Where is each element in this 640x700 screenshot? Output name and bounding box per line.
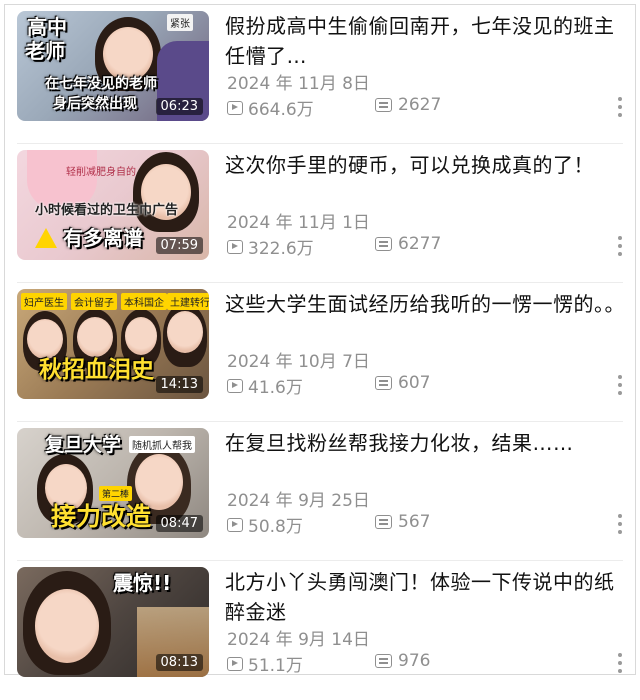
comment-count: 2627 <box>375 95 441 115</box>
thumbnail-face <box>167 311 203 353</box>
thumbnail-tag: 本科国企 <box>121 293 167 310</box>
comment-icon <box>375 376 392 390</box>
thumbnail-face <box>77 317 113 357</box>
thumbnail-figure <box>27 150 97 210</box>
view-count-value: 664.6万 <box>248 100 314 120</box>
comment-count-value: 976 <box>398 651 431 671</box>
video-title[interactable]: 在复旦找粉丝帮我接力化妆，结果…… <box>225 428 625 458</box>
view-count: 50.8万 <box>227 512 303 537</box>
view-count-value: 322.6万 <box>248 239 314 259</box>
thumbnail-caption: 高中 <box>27 15 67 39</box>
video-stats: 41.6万 607 <box>227 373 627 398</box>
view-count-value: 50.8万 <box>248 517 303 537</box>
view-count: 51.1万 <box>227 651 303 676</box>
comment-count-value: 607 <box>398 373 431 393</box>
play-count-icon <box>227 517 243 532</box>
play-count-icon <box>227 656 243 671</box>
video-item[interactable]: 高中 老师 紧张 在七年没见的老师 身后突然出现 06:23 假扮成高中生偷偷回… <box>5 5 635 144</box>
more-options-icon[interactable] <box>617 236 623 256</box>
view-count-value: 41.6万 <box>248 378 303 398</box>
thumbnail-face <box>125 317 157 355</box>
more-options-icon[interactable] <box>617 375 623 395</box>
thumbnail-caption: 小时候看过的卫生巾广告 <box>35 203 179 218</box>
more-options-icon[interactable] <box>617 97 623 117</box>
warning-icon <box>35 228 57 248</box>
video-thumbnail[interactable]: 复旦大学 随机抓人帮我 第二棒 接力改造 08:47 <box>17 428 209 538</box>
video-thumbnail[interactable]: 高中 老师 紧张 在七年没见的老师 身后突然出现 06:23 <box>17 11 209 121</box>
video-duration: 14:13 <box>155 376 203 393</box>
comment-count-value: 567 <box>398 512 431 532</box>
thumbnail-caption: 在七年没见的老师 <box>45 76 157 92</box>
video-date: 2024 年 11月 1日 <box>227 213 370 233</box>
video-stats: 322.6万 6277 <box>227 234 627 259</box>
comment-icon <box>375 98 392 112</box>
video-duration: 06:23 <box>155 98 203 115</box>
video-date: 2024 年 10月 7日 <box>227 352 370 372</box>
video-thumbnail[interactable]: 震惊!! 08:13 <box>17 567 209 677</box>
comment-count: 567 <box>375 512 430 532</box>
play-count-icon <box>227 100 243 115</box>
comment-count-value: 2627 <box>398 95 442 115</box>
thumbnail-tag: 会计留子 <box>71 293 117 310</box>
comment-count: 976 <box>375 651 430 671</box>
video-item[interactable]: 轻削减肥身自的 小时候看过的卫生巾广告 有多离谱 07:59 这次你手里的硬币，… <box>5 143 635 283</box>
video-date: 2024 年 11月 8日 <box>227 74 370 94</box>
comment-count-value: 6277 <box>398 234 442 254</box>
video-duration: 08:13 <box>155 654 203 671</box>
video-thumbnail[interactable]: 妇产医生 会计留子 本科国企 土建转行 秋招血泪史 14:13 <box>17 289 209 399</box>
thumbnail-caption: 接力改造 <box>51 502 152 531</box>
comment-icon <box>375 237 392 251</box>
view-count-value: 51.1万 <box>248 656 303 676</box>
thumbnail-tag: 妇产医生 <box>21 293 67 310</box>
video-title[interactable]: 假扮成高中生偷偷回南开，七年没见的班主任懵了… <box>225 11 625 71</box>
thumbnail-caption: 震惊!! <box>113 571 172 595</box>
thumbnail-caption: 秋招血泪史 <box>39 357 154 383</box>
video-item[interactable]: 复旦大学 随机抓人帮我 第二棒 接力改造 08:47 在复旦找粉丝帮我接力化妆，… <box>5 421 635 561</box>
thumbnail-tag: 土建转行 <box>167 293 209 310</box>
video-date: 2024 年 9月 25日 <box>227 491 370 511</box>
thumbnail-tag: 第二棒 <box>99 486 133 501</box>
more-options-icon[interactable] <box>617 653 623 673</box>
video-title[interactable]: 这些大学生面试经历给我听的一愣一愣的。。 <box>225 289 625 319</box>
play-count-icon <box>227 239 243 254</box>
thumbnail-caption: 身后突然出现 <box>53 96 137 112</box>
thumbnail-face <box>27 319 63 359</box>
video-list: 高中 老师 紧张 在七年没见的老师 身后突然出现 06:23 假扮成高中生偷偷回… <box>5 5 635 677</box>
more-options-icon[interactable] <box>617 514 623 534</box>
comment-count: 6277 <box>375 234 441 254</box>
video-duration: 07:59 <box>155 237 203 254</box>
video-stats: 51.1万 976 <box>227 651 627 676</box>
video-item[interactable]: 震惊!! 08:13 北方小丫头勇闯澳门！体验一下传说中的纸醉金迷 2024 年… <box>5 560 635 700</box>
video-date: 2024 年 9月 14日 <box>227 630 370 650</box>
video-stats: 50.8万 567 <box>227 512 627 537</box>
comment-icon <box>375 654 392 668</box>
view-count: 322.6万 <box>227 234 314 259</box>
video-thumbnail[interactable]: 轻削减肥身自的 小时候看过的卫生巾广告 有多离谱 07:59 <box>17 150 209 260</box>
comment-count: 607 <box>375 373 430 393</box>
thumbnail-tag: 紧张 <box>167 14 193 31</box>
thumbnail-tag: 随机抓人帮我 <box>129 436 195 453</box>
video-item[interactable]: 妇产医生 会计留子 本科国企 土建转行 秋招血泪史 14:13 这些大学生面试经… <box>5 282 635 422</box>
thumbnail-caption: 复旦大学 <box>45 434 122 456</box>
video-title[interactable]: 北方小丫头勇闯澳门！体验一下传说中的纸醉金迷 <box>225 567 625 627</box>
play-count-icon <box>227 378 243 393</box>
video-title[interactable]: 这次你手里的硬币，可以兑换成真的了！ <box>225 150 625 180</box>
thumbnail-caption: 有多离谱 <box>63 226 143 250</box>
video-stats: 664.6万 2627 <box>227 95 627 120</box>
video-list-panel: 高中 老师 紧张 在七年没见的老师 身后突然出现 06:23 假扮成高中生偷偷回… <box>4 4 636 677</box>
comment-icon <box>375 515 392 529</box>
view-count: 664.6万 <box>227 95 314 120</box>
thumbnail-caption: 老师 <box>25 39 65 63</box>
thumbnail-face <box>103 27 153 81</box>
thumbnail-face <box>35 589 99 663</box>
video-duration: 08:47 <box>155 515 203 532</box>
view-count: 41.6万 <box>227 373 303 398</box>
thumbnail-tag: 轻削减肥身自的 <box>66 167 136 178</box>
